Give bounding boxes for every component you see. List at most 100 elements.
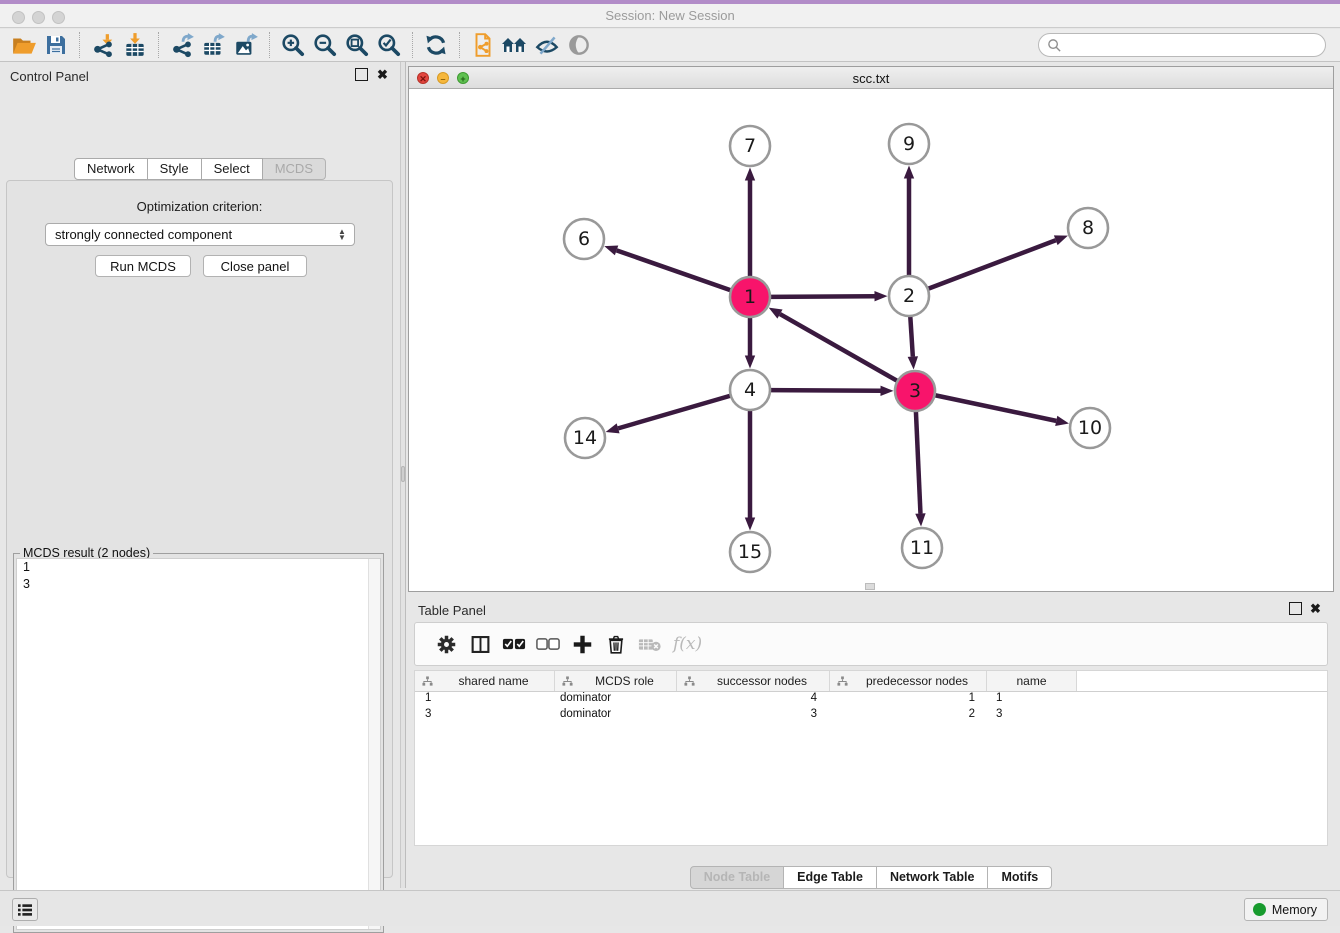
add-row-button[interactable] bbox=[565, 627, 599, 661]
column-header-shared-name[interactable]: shared name bbox=[415, 671, 555, 691]
node-table[interactable]: shared name MCDS role bbox=[414, 670, 1328, 846]
close-panel-icon[interactable]: ✖ bbox=[376, 68, 389, 81]
graph-edge[interactable] bbox=[617, 250, 731, 290]
birds-eye-view-button[interactable] bbox=[563, 30, 595, 60]
apply-layout-button[interactable] bbox=[420, 30, 452, 60]
criterion-dropdown[interactable]: strongly connected component ▲▼ bbox=[45, 223, 355, 246]
toolbar-separator bbox=[79, 32, 80, 58]
table-row[interactable]: 3dominator323 bbox=[415, 708, 1327, 724]
graph-edge[interactable] bbox=[770, 296, 874, 297]
splitter-grip[interactable] bbox=[401, 466, 405, 482]
column-type-icon bbox=[422, 676, 433, 687]
run-mcds-button[interactable]: Run MCDS bbox=[95, 255, 191, 277]
import-network-button[interactable] bbox=[87, 30, 119, 60]
column-type-icon bbox=[837, 676, 848, 687]
titlebar: Session: New Session bbox=[0, 0, 1340, 28]
tab-network[interactable]: Network bbox=[74, 158, 148, 180]
table-settings-button[interactable] bbox=[429, 627, 463, 661]
tab-edge-table[interactable]: Edge Table bbox=[784, 866, 877, 889]
column-header-mcds-role[interactable]: MCDS role bbox=[555, 671, 677, 691]
graph-edge[interactable] bbox=[928, 240, 1056, 288]
network-window-titlebar[interactable]: ✕ – + scc.txt bbox=[409, 67, 1333, 89]
tab-style[interactable]: Style bbox=[148, 158, 202, 180]
zoom-out-button[interactable] bbox=[309, 30, 341, 60]
graph-node-label: 1 bbox=[744, 286, 756, 308]
network-file-icon bbox=[470, 32, 496, 58]
node-table-body: 1dominator4113dominator323 bbox=[415, 692, 1327, 724]
table-cell[interactable]: 1 bbox=[415, 692, 555, 708]
export-table-button[interactable] bbox=[198, 30, 230, 60]
float-table-panel-icon[interactable] bbox=[1289, 602, 1302, 615]
table-cell[interactable]: 2 bbox=[830, 708, 987, 724]
tab-node-table[interactable]: Node Table bbox=[690, 866, 784, 889]
import-table-button[interactable] bbox=[119, 30, 151, 60]
memory-button[interactable]: Memory bbox=[1244, 898, 1328, 921]
window-title: Session: New Session bbox=[0, 8, 1340, 23]
network-window-title: scc.txt bbox=[409, 71, 1333, 86]
tab-select[interactable]: Select bbox=[202, 158, 263, 180]
open-file-button[interactable] bbox=[8, 30, 40, 60]
table-cell[interactable]: 3 bbox=[677, 708, 830, 724]
first-neighbors-button[interactable] bbox=[499, 30, 531, 60]
mcds-result-list[interactable]: 1 3 bbox=[16, 558, 381, 930]
graph-edge[interactable] bbox=[618, 396, 730, 429]
table-cell[interactable]: dominator bbox=[555, 708, 677, 724]
column-header-successor-nodes[interactable]: successor nodes bbox=[677, 671, 830, 691]
export-network-button[interactable] bbox=[166, 30, 198, 60]
panel-splitter[interactable] bbox=[400, 62, 406, 888]
clear-all-checks-button[interactable] bbox=[531, 627, 565, 661]
graph-edge-arrowhead bbox=[874, 291, 887, 301]
birds-eye-icon bbox=[566, 32, 592, 58]
table-row[interactable]: 1dominator411 bbox=[415, 692, 1327, 708]
table-cell[interactable]: dominator bbox=[555, 692, 677, 708]
graph-node-label: 14 bbox=[573, 427, 597, 449]
network-canvas-svg[interactable]: 7968124314101511 bbox=[409, 89, 1333, 591]
show-columns-button[interactable] bbox=[463, 627, 497, 661]
zoom-selected-button[interactable] bbox=[373, 30, 405, 60]
graph-edge[interactable] bbox=[935, 395, 1056, 421]
close-panel-button[interactable]: Close panel bbox=[203, 255, 307, 277]
table-cell[interactable]: 3 bbox=[987, 708, 1077, 724]
network-view-window: ✕ – + scc.txt 7968124314101511 bbox=[408, 66, 1334, 592]
search-input[interactable] bbox=[1062, 38, 1302, 52]
optimization-criterion-label: Optimization criterion: bbox=[7, 199, 392, 214]
mcds-result-item[interactable]: 3 bbox=[17, 576, 380, 593]
search-field[interactable] bbox=[1038, 33, 1326, 57]
graph-edge[interactable] bbox=[910, 316, 913, 356]
mcds-result-item[interactable]: 1 bbox=[17, 559, 380, 576]
network-canvas[interactable]: 7968124314101511 bbox=[409, 89, 1333, 591]
delete-table-button[interactable] bbox=[633, 627, 667, 661]
tab-mcds[interactable]: MCDS bbox=[263, 158, 326, 180]
graph-edge[interactable] bbox=[780, 314, 897, 381]
zoom-in-button[interactable] bbox=[277, 30, 309, 60]
checked-boxes-icon bbox=[502, 636, 526, 652]
close-table-panel-icon[interactable]: ✖ bbox=[1309, 602, 1322, 615]
graph-edge-arrowhead bbox=[606, 423, 620, 433]
show-graphics-details-button[interactable] bbox=[531, 30, 563, 60]
task-history-button[interactable] bbox=[12, 898, 38, 921]
export-image-icon bbox=[233, 32, 259, 58]
graph-edge-arrowhead bbox=[745, 518, 755, 531]
zoom-fit-button[interactable] bbox=[341, 30, 373, 60]
mcds-list-scrollbar[interactable] bbox=[368, 559, 380, 929]
graph-node-label: 8 bbox=[1082, 217, 1094, 239]
table-cell[interactable]: 4 bbox=[677, 692, 830, 708]
table-cell[interactable]: 1 bbox=[987, 692, 1077, 708]
select-all-checks-button[interactable] bbox=[497, 627, 531, 661]
function-builder-button[interactable]: f(x) bbox=[667, 627, 702, 661]
table-cell[interactable]: 3 bbox=[415, 708, 555, 724]
table-cell[interactable]: 1 bbox=[830, 692, 987, 708]
new-network-from-file-button[interactable] bbox=[467, 30, 499, 60]
tab-network-table[interactable]: Network Table bbox=[877, 866, 989, 889]
delete-row-button[interactable] bbox=[599, 627, 633, 661]
network-canvas-grip[interactable] bbox=[865, 583, 875, 590]
criterion-dropdown-value: strongly connected component bbox=[55, 227, 334, 242]
export-image-button[interactable] bbox=[230, 30, 262, 60]
save-session-button[interactable] bbox=[40, 30, 72, 60]
graph-edge[interactable] bbox=[916, 411, 921, 513]
tab-motifs[interactable]: Motifs bbox=[988, 866, 1052, 889]
column-header-predecessor-nodes[interactable]: predecessor nodes bbox=[830, 671, 987, 691]
float-panel-icon[interactable] bbox=[355, 68, 368, 81]
column-header-name[interactable]: name bbox=[987, 671, 1077, 691]
graph-edge[interactable] bbox=[770, 390, 880, 391]
